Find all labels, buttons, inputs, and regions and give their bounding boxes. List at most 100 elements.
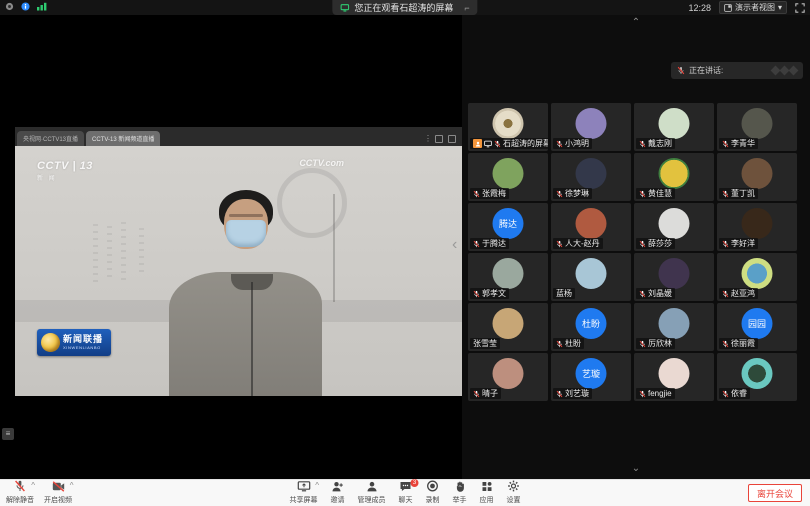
participant-tile[interactable]: 李好洋 [717,203,797,251]
view-mode-selector[interactable]: 演示者视图 ▾ [719,1,787,14]
participant-grid: 石超涛的屏幕共享 小鸿明 戴志刚 李青华 [468,103,797,401]
avatar [493,158,524,189]
screen-share-banner[interactable]: 您正在观看石超涛的屏幕 ⌐ [332,0,477,15]
participant-tile[interactable]: 戴志刚 [634,103,714,151]
browser-close-icon[interactable] [448,135,456,143]
participant-label: 徐梦琳 [553,188,592,199]
camera-off-button[interactable]: ^ 开启视频 [44,482,72,505]
cctv13-watermark: CCTV | 13 新 闻 [37,160,93,182]
share-screen-button[interactable]: ^ 共享屏幕 [290,482,318,505]
mic-muted-icon [722,190,729,198]
mic-muted-icon [639,190,646,198]
participant-tile[interactable]: 小鸿明 [551,103,631,151]
mic-muted-button[interactable]: ^ 解除静音 [6,482,34,505]
participant-label: 李青华 [719,138,758,149]
fullscreen-icon[interactable] [795,3,805,13]
participant-label: 黄佳慧 [636,188,675,199]
info-icon[interactable] [21,2,30,11]
avatar [659,258,690,289]
participant-name: 晴子 [482,389,498,398]
participant-tile[interactable]: 郭孝文 [468,253,548,301]
leave-meeting-button[interactable]: 离开会议 [748,484,802,502]
record-button[interactable]: 录制 [426,482,440,505]
participant-tile[interactable]: 李青华 [717,103,797,151]
participant-tile[interactable]: 艺璇 刘艺璇 [551,353,631,401]
caret-icon[interactable]: ^ [315,482,319,490]
banner-collapse-icon[interactable]: ⌐ [464,3,469,13]
settings-button[interactable]: 设置 [507,482,521,505]
browser-more-icon[interactable]: ⋮ [424,136,430,142]
participant-tile[interactable]: 园园 徐丽霞 [717,303,797,351]
shield-icon[interactable] [5,2,14,11]
participant-label: 蓝杨 [553,288,575,299]
browser-tab-active[interactable]: CCTV-13 新闻频道直播 [86,131,160,146]
participant-label: 刘艺璇 [553,388,592,399]
mic-muted-icon [722,340,729,348]
participant-tile[interactable]: 晴子 [468,353,548,401]
participant-tile[interactable]: 董丁凯 [717,153,797,201]
chevron-down-icon[interactable]: ⌄ [632,463,640,474]
shared-browser-tabstrip: 央视网·CCTV13直播 CCTV-13 新闻频道直播 ⋮ [15,127,462,146]
participant-tile[interactable]: 腾达 于腾达 [468,203,548,251]
avatar-initials: 腾达 [499,217,517,230]
participant-name: 于腾达 [482,239,506,248]
chevron-up-icon[interactable]: ⌃ [632,17,640,28]
participant-tile[interactable]: 杜盼 杜盼 [551,303,631,351]
participant-tile[interactable]: 徐梦琳 [551,153,631,201]
host-badge-icon [473,139,482,148]
mic-muted-icon [639,390,646,398]
browser-tab[interactable]: 央视网·CCTV13直播 [17,131,84,146]
badge: 3 [411,479,419,487]
browser-window-icon[interactable] [435,135,443,143]
mic-muted-icon [556,140,563,148]
participant-tile[interactable]: 薛莎莎 [634,203,714,251]
participant-tile[interactable]: 刘晶媛 [634,253,714,301]
participant-tile[interactable]: 蓝杨 [551,253,631,301]
screen-share-tile[interactable]: 石超涛的屏幕共享 [468,103,548,151]
avatar [493,108,524,139]
participant-tile[interactable]: 人大-赵丹 [551,203,631,251]
avatar [742,358,773,389]
clock-time: 12:28 [688,3,711,13]
participant-tile[interactable]: fengjie [634,353,714,401]
participant-label: 依睿 [719,388,750,399]
participant-name: 小鸿明 [565,139,589,148]
participant-label: 于腾达 [470,238,509,249]
participant-tile[interactable]: 黄佳慧 [634,153,714,201]
participant-name: 赵亚鸿 [731,289,755,298]
caret-icon[interactable]: ^ [70,482,74,490]
raise-hand-button[interactable]: 举手 [453,482,467,505]
invite-button[interactable]: 邀请 [331,482,345,505]
share-sidebar-menu-icon[interactable]: ≡ [2,428,14,440]
participant-label: 小鸿明 [553,138,592,149]
mic-muted-icon [639,340,646,348]
participant-label: 董丁凯 [719,188,758,199]
participant-name: 董丁凯 [731,189,755,198]
globe-icon [41,333,60,352]
avatar [493,358,524,389]
avatar [493,258,524,289]
signal-icon[interactable] [37,2,47,11]
caret-icon[interactable]: ^ [31,482,35,490]
mic-muted-icon [677,66,685,75]
speaking-indicator: 正在讲话: [671,62,803,79]
participant-name: 人大-赵丹 [565,239,600,248]
participant-tile[interactable]: 张雪莹 [468,303,548,351]
apps-button[interactable]: 应用 [480,482,494,505]
members-button[interactable]: 管理成员 [358,482,386,505]
raise-hand-icon [454,479,465,497]
avatar [659,108,690,139]
participant-label: 刘晶媛 [636,288,675,299]
participant-tile[interactable]: 赵亚鸿 [717,253,797,301]
participant-tile[interactable]: 依睿 [717,353,797,401]
mic-muted-icon [473,290,480,298]
participant-tile[interactable]: 张霞梅 [468,153,548,201]
avatar: 杜盼 [576,308,607,339]
participant-label: 李好洋 [719,238,758,249]
avatar [576,158,607,189]
participant-label: 徐丽霞 [719,338,758,349]
chat-button[interactable]: 3 聊天 [399,482,413,505]
collapse-panel-icon[interactable]: ‹ [452,237,457,253]
participant-tile[interactable]: 厉欣林 [634,303,714,351]
record-icon [427,479,439,497]
